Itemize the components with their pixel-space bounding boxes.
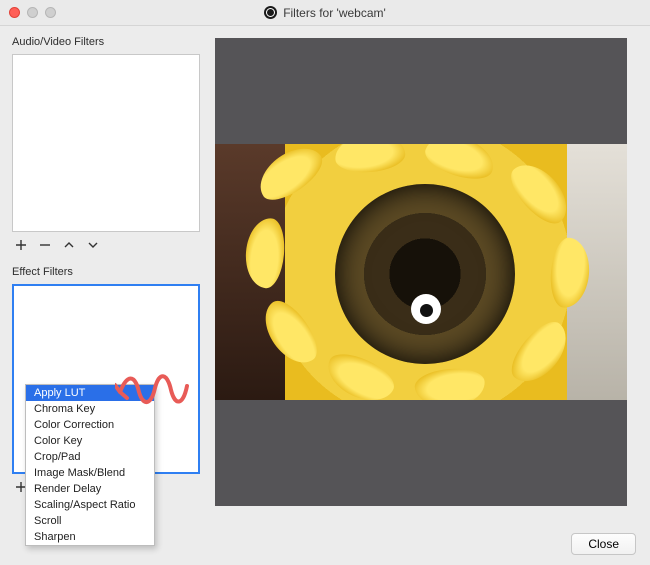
context-menu-item[interactable]: Color Key — [26, 433, 154, 449]
context-menu-item[interactable]: Scroll — [26, 513, 154, 529]
move-audio-filter-up-button[interactable] — [62, 238, 76, 252]
webcam-video-thumbnail — [215, 144, 627, 400]
minus-icon — [39, 239, 51, 251]
add-filter-context-menu[interactable]: Apply LUTChroma KeyColor CorrectionColor… — [25, 384, 155, 546]
context-menu-item[interactable]: Scaling/Aspect Ratio — [26, 497, 154, 513]
add-audio-filter-button[interactable] — [14, 238, 28, 252]
effect-filters-label: Effect Filters — [12, 266, 205, 278]
context-menu-item[interactable]: Image Mask/Blend — [26, 465, 154, 481]
obs-icon — [264, 6, 277, 19]
window-title: Filters for 'webcam' — [0, 6, 650, 20]
move-audio-filter-down-button[interactable] — [86, 238, 100, 252]
plus-icon — [15, 239, 27, 251]
audio-video-controls — [12, 232, 205, 266]
context-menu-item[interactable]: Render Delay — [26, 481, 154, 497]
context-menu-item[interactable]: Color Correction — [26, 417, 154, 433]
remove-audio-filter-button[interactable] — [38, 238, 52, 252]
window-titlebar: Filters for 'webcam' — [0, 0, 650, 26]
context-menu-item[interactable]: Sharpen — [26, 529, 154, 545]
close-button[interactable]: Close — [571, 533, 636, 555]
window-title-text: Filters for 'webcam' — [283, 6, 386, 20]
preview-column: Close — [215, 26, 650, 565]
context-menu-item[interactable]: Apply LUT — [26, 385, 154, 401]
close-window-icon[interactable] — [9, 7, 20, 18]
chevron-up-icon — [63, 239, 75, 251]
window-traffic-lights — [0, 7, 56, 18]
minimize-window-icon[interactable] — [27, 7, 38, 18]
maximize-window-icon[interactable] — [45, 7, 56, 18]
audio-video-filters-list[interactable] — [12, 54, 200, 232]
chevron-down-icon — [87, 239, 99, 251]
filter-preview — [215, 38, 627, 506]
context-menu-item[interactable]: Chroma Key — [26, 401, 154, 417]
context-menu-item[interactable]: Crop/Pad — [26, 449, 154, 465]
audio-video-filters-label: Audio/Video Filters — [12, 36, 205, 48]
